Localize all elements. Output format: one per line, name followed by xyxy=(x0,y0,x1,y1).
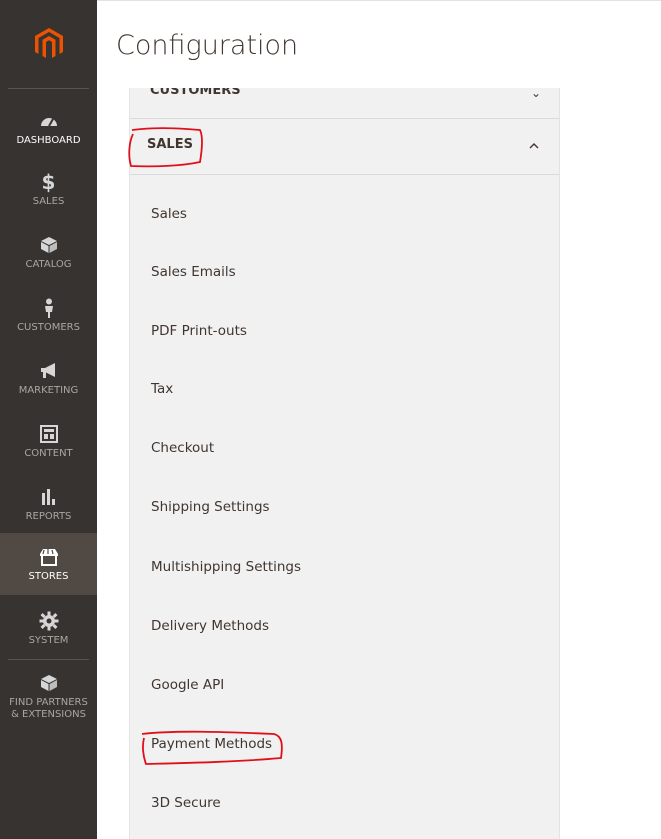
tab-3d-secure[interactable]: 3D Secure xyxy=(130,774,559,832)
storefront-icon xyxy=(37,545,61,569)
nav-label: REPORTS xyxy=(25,511,72,522)
nav-divider xyxy=(8,659,89,660)
tab-label: Tax xyxy=(151,381,174,397)
nav-divider xyxy=(8,88,89,89)
chevron-up-icon xyxy=(529,143,539,149)
dollar-icon: $ xyxy=(41,170,56,194)
tab-label: Google API xyxy=(151,677,225,693)
nav-item-content[interactable]: CONTENT xyxy=(0,410,97,472)
nav-label: CATALOG xyxy=(25,259,72,270)
tab-label: PDF Print-outs xyxy=(151,323,247,339)
tab-sales[interactable]: Sales xyxy=(130,185,559,243)
nav-label: STORES xyxy=(28,571,69,582)
nav-label: FIND PARTNERS xyxy=(9,697,88,708)
nav-item-customers[interactable]: CUSTOMERS xyxy=(0,284,97,346)
nav-label: SALES xyxy=(32,196,65,207)
tab-pdf-print-outs[interactable]: PDF Print-outs xyxy=(130,302,559,360)
tab-shipping-settings[interactable]: Shipping Settings xyxy=(130,478,559,536)
nav-item-catalog[interactable]: CATALOG xyxy=(0,221,97,283)
nav-label: DASHBOARD xyxy=(16,135,81,146)
cube-icon xyxy=(37,233,61,257)
tab-checkout[interactable]: Checkout xyxy=(130,419,559,477)
tab-multishipping-settings[interactable]: Multishipping Settings xyxy=(130,538,559,596)
box-icon xyxy=(37,671,61,695)
tab-label: Payment Methods xyxy=(151,736,273,752)
tab-tax[interactable]: Tax xyxy=(130,360,559,418)
tab-label: Checkout xyxy=(151,440,215,456)
nav-label: SYSTEM xyxy=(28,635,69,646)
admin-sidebar: DASHBOARD $ SALES CATALOG CUSTOMERS MARK… xyxy=(0,0,97,839)
section-label: SALES xyxy=(147,137,193,152)
tab-label: Delivery Methods xyxy=(151,618,269,634)
nav-item-stores[interactable]: STORES xyxy=(0,533,97,595)
nav-item-find-partners[interactable]: FIND PARTNERS & EXTENSIONS xyxy=(0,664,97,728)
tab-label: Sales Emails xyxy=(151,264,236,280)
megaphone-icon xyxy=(37,359,61,383)
nav-item-system[interactable]: SYSTEM xyxy=(0,597,97,659)
nav-item-sales[interactable]: $ SALES xyxy=(0,158,97,220)
config-tabs-panel: CUSTOMERS ⌄ SALES Sales Sales Emails PDF… xyxy=(129,88,560,839)
section-customers[interactable]: CUSTOMERS ⌄ xyxy=(130,88,559,119)
section-label: CUSTOMERS xyxy=(150,88,241,98)
nav-item-marketing[interactable]: MARKETING xyxy=(0,347,97,409)
tab-label: Shipping Settings xyxy=(151,499,270,515)
page-header: Configuration xyxy=(97,0,661,89)
tab-label: Sales xyxy=(151,206,187,222)
dashboard-gauge-icon xyxy=(37,109,61,133)
page-title: Configuration xyxy=(116,30,299,61)
tab-label: Multishipping Settings xyxy=(151,559,302,575)
layout-icon xyxy=(37,422,61,446)
tab-payment-methods[interactable]: Payment Methods xyxy=(130,715,559,773)
person-icon xyxy=(37,296,61,320)
bar-chart-icon xyxy=(37,485,61,509)
tab-google-api[interactable]: Google API xyxy=(130,656,559,714)
nav-item-dashboard[interactable]: DASHBOARD xyxy=(0,97,97,159)
chevron-down-icon: ⌄ xyxy=(530,88,541,100)
nav-label: MARKETING xyxy=(18,385,79,396)
tab-delivery-methods[interactable]: Delivery Methods xyxy=(130,597,559,655)
section-sales[interactable]: SALES xyxy=(130,119,559,175)
logo[interactable] xyxy=(0,0,97,88)
nav-label: CUSTOMERS xyxy=(17,322,80,333)
tab-sales-emails[interactable]: Sales Emails xyxy=(130,243,559,301)
nav-label: & EXTENSIONS xyxy=(11,709,86,720)
gear-icon xyxy=(37,609,61,633)
tab-label: 3D Secure xyxy=(151,795,221,811)
nav-item-reports[interactable]: REPORTS xyxy=(0,473,97,535)
nav-label: CONTENT xyxy=(24,448,73,459)
magento-logo-icon xyxy=(34,28,63,58)
